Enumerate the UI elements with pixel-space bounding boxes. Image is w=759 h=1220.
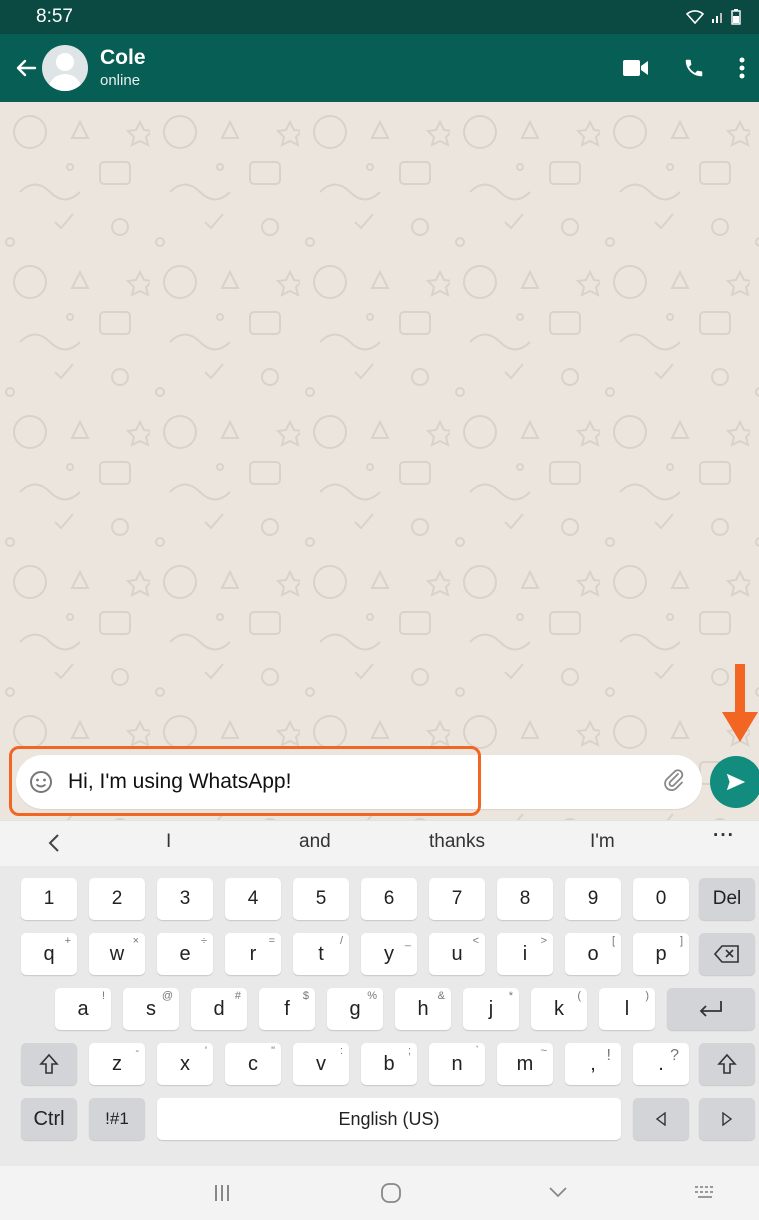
home-icon[interactable] xyxy=(380,1182,402,1204)
chat-header: Cole online xyxy=(0,34,759,102)
signal-icon xyxy=(712,13,722,23)
key-b[interactable]: ; b xyxy=(361,1043,417,1085)
keyboard-switch-icon[interactable] xyxy=(694,1184,716,1200)
key-e[interactable]: ÷ e xyxy=(157,933,213,975)
keyboard-suggestion-strip: I and thanks I'm ··· xyxy=(0,820,759,866)
back-button[interactable] xyxy=(6,56,46,80)
shift-key-right[interactable] xyxy=(699,1043,755,1085)
send-button[interactable] xyxy=(710,756,759,808)
avatar-body-shape xyxy=(48,74,82,91)
key-v[interactable]: :v xyxy=(293,1043,349,1085)
key-5[interactable]: 5 xyxy=(293,878,349,920)
chat-background xyxy=(0,102,759,820)
ctrl-key[interactable]: Ctrl xyxy=(21,1098,77,1140)
key-0[interactable]: 0 xyxy=(633,878,689,920)
suggestion-2[interactable]: and xyxy=(299,831,331,853)
wifi-icon xyxy=(685,10,705,25)
status-bar: 8:57 xyxy=(0,0,759,34)
suggestion-3[interactable]: thanks xyxy=(429,831,485,853)
key-comma[interactable]: !, xyxy=(565,1043,621,1085)
voice-call-icon[interactable] xyxy=(683,57,705,79)
contact-status: online xyxy=(100,72,141,90)
key-d[interactable]: # d xyxy=(191,988,247,1030)
paperclip-icon xyxy=(664,768,684,791)
suggestion-more-icon[interactable]: ··· xyxy=(713,825,735,847)
key-h[interactable]: & h xyxy=(395,988,451,1030)
key-4[interactable]: 4 xyxy=(225,878,281,920)
message-input[interactable]: Hi, I'm using WhatsApp! xyxy=(68,770,291,794)
key-i[interactable]: > i xyxy=(497,933,553,975)
hide-keyboard-chevron-icon[interactable] xyxy=(548,1186,568,1198)
key-z[interactable]: -z xyxy=(89,1043,145,1085)
avatar[interactable] xyxy=(42,45,88,91)
enter-icon xyxy=(699,1001,722,1017)
triangle-left-icon xyxy=(655,1112,666,1126)
key-o[interactable]: [o xyxy=(565,933,621,975)
key-y[interactable]: _ y xyxy=(361,933,417,975)
enter-key[interactable] xyxy=(667,988,755,1030)
whatsapp-chat-screen: 8:57 Cole online Hi, I'm using WhatsApp!… xyxy=(0,0,759,1220)
key-u[interactable]: < u xyxy=(429,933,485,975)
more-options-icon[interactable] xyxy=(739,57,745,79)
status-icons xyxy=(685,9,741,25)
emoji-button[interactable] xyxy=(28,769,54,795)
key-w[interactable]: × w xyxy=(89,933,145,975)
suggestions-back-icon[interactable] xyxy=(47,833,61,853)
keyboard: 1 2 3 4 5 6 7 8 9 0 Del + q × w ÷ e = r / t _… xyxy=(0,866,759,1166)
key-6[interactable]: 6 xyxy=(361,878,417,920)
key-x[interactable]: ' x xyxy=(157,1043,213,1085)
key-period[interactable]: ?. xyxy=(633,1043,689,1085)
key-l[interactable]: ) l xyxy=(599,988,655,1030)
shift-icon xyxy=(717,1053,737,1074)
contact-info[interactable]: Cole online xyxy=(100,46,146,90)
key-t[interactable]: / t xyxy=(293,933,349,975)
key-2[interactable]: 2 xyxy=(89,878,145,920)
status-time: 8:57 xyxy=(36,6,73,27)
wallpaper-doodle-pattern xyxy=(0,102,759,820)
key-j[interactable]: * j xyxy=(463,988,519,1030)
shift-key-left[interactable] xyxy=(21,1043,77,1085)
attach-button[interactable] xyxy=(662,768,686,797)
backspace-key[interactable] xyxy=(699,933,755,975)
backspace-icon xyxy=(714,945,739,963)
symbols-key[interactable]: !#1 xyxy=(89,1098,145,1140)
recent-apps-icon[interactable] xyxy=(213,1184,231,1202)
key-a[interactable]: ! a xyxy=(55,988,111,1030)
key-f[interactable]: $ f xyxy=(259,988,315,1030)
key-3[interactable]: 3 xyxy=(157,878,213,920)
key-k[interactable]: (k xyxy=(531,988,587,1030)
key-s[interactable]: @ s xyxy=(123,988,179,1030)
cursor-right-key[interactable] xyxy=(699,1098,755,1140)
shift-icon xyxy=(39,1053,59,1074)
avatar-head-shape xyxy=(56,53,74,71)
key-8[interactable]: 8 xyxy=(497,878,553,920)
key-q[interactable]: + q xyxy=(21,933,77,975)
down-arrow-annotation-icon xyxy=(722,664,758,742)
cursor-left-key[interactable] xyxy=(633,1098,689,1140)
header-actions xyxy=(623,57,759,79)
key-n[interactable]: ` n xyxy=(429,1043,485,1085)
key-m[interactable]: ~ m xyxy=(497,1043,553,1085)
key-g[interactable]: % g xyxy=(327,988,383,1030)
suggestion-4[interactable]: I'm xyxy=(590,831,615,853)
key-7[interactable]: 7 xyxy=(429,878,485,920)
space-key[interactable]: English (US) xyxy=(157,1098,621,1140)
triangle-right-icon xyxy=(722,1112,733,1126)
key-delete[interactable]: Del xyxy=(699,878,755,920)
key-p[interactable]: ] p xyxy=(633,933,689,975)
key-9[interactable]: 9 xyxy=(565,878,621,920)
suggestion-1[interactable]: I xyxy=(166,831,171,853)
back-arrow-icon xyxy=(16,59,37,77)
key-r[interactable]: = r xyxy=(225,933,281,975)
video-call-icon[interactable] xyxy=(623,59,649,77)
contact-name: Cole xyxy=(100,46,146,70)
battery-icon xyxy=(731,9,741,25)
emoji-icon xyxy=(30,771,52,793)
message-input-bar[interactable]: Hi, I'm using WhatsApp! xyxy=(16,755,702,809)
system-nav-bar xyxy=(0,1166,759,1220)
send-icon xyxy=(726,773,746,791)
key-1[interactable]: 1 xyxy=(21,878,77,920)
key-c[interactable]: " c xyxy=(225,1043,281,1085)
